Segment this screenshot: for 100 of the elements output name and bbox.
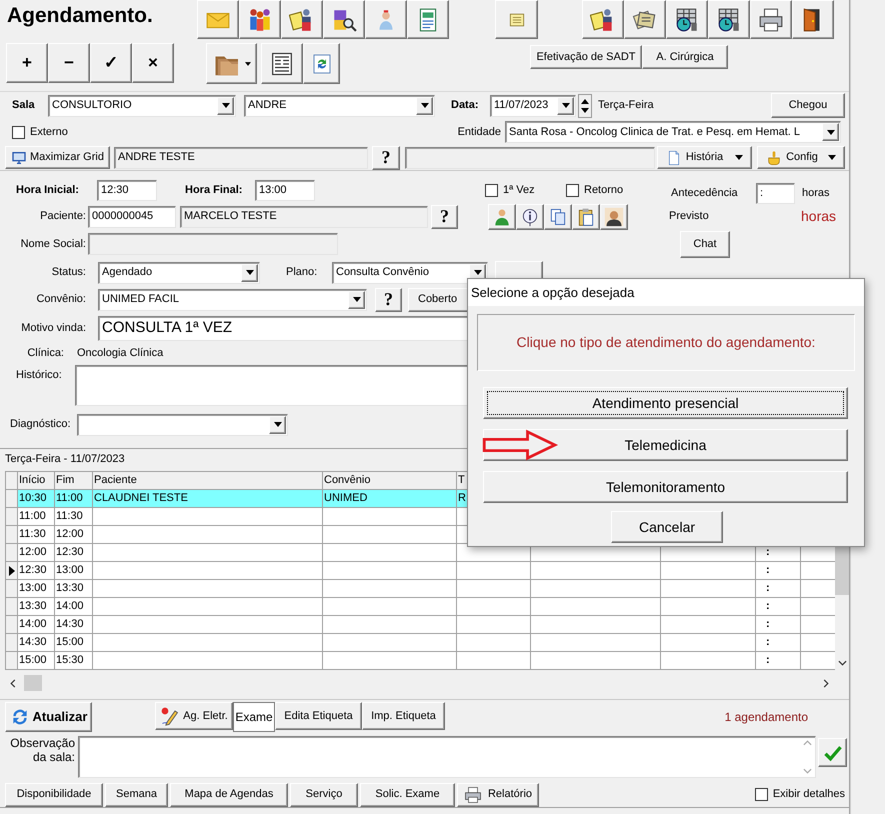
owner-field: ANDRE TESTE: [114, 146, 368, 168]
checkbox-label: Externo: [30, 124, 68, 140]
field-label: Histórico:: [16, 368, 63, 383]
field-label: Status:: [50, 265, 86, 280]
save-note-button[interactable]: [818, 738, 847, 767]
option-button[interactable]: Telemedicina: [483, 429, 848, 461]
end-time-field[interactable]: 13:00: [255, 180, 315, 200]
weekday-text: Terça-Feira: [598, 98, 654, 114]
history-button[interactable]: História: [657, 146, 752, 169]
scroll-thumb[interactable]: [24, 675, 42, 691]
spin-button[interactable]: [578, 94, 592, 118]
option-button[interactable]: Telemonitoramento: [483, 471, 848, 503]
calendar-clock-icon: [674, 6, 700, 32]
diagnosis-combo[interactable]: [77, 414, 288, 436]
entity-combo[interactable]: Santa Rosa - Oncolog Clinica de Trat. e Pesq. em Hemat. L: [505, 121, 841, 143]
patient-name-field: MARCELO TESTE: [180, 206, 428, 228]
footer-button[interactable]: Mapa de Agendas: [170, 782, 288, 806]
dropdown-button[interactable]: [416, 96, 433, 114]
dropdown-button[interactable]: [217, 96, 234, 114]
schedule-caption: Terça-Feira - 11/07/2023: [5, 452, 125, 467]
toolbar-button[interactable]: Ag. Eletr.: [155, 702, 233, 730]
table-cell: :: [756, 652, 801, 670]
dropdown-button[interactable]: [557, 96, 574, 114]
field-label: Data:: [451, 98, 480, 114]
footer-button[interactable]: Semana: [105, 782, 168, 806]
table-row[interactable]: 13:00 13:30 :: [6, 580, 835, 598]
footer-button[interactable]: Disponibilidade: [5, 782, 103, 806]
surgery-button[interactable]: A. Cirúrgica: [642, 45, 728, 69]
note-field[interactable]: [78, 736, 816, 778]
checkbox[interactable]: [12, 126, 25, 138]
table-row[interactable]: 15:00 15:30 :: [6, 652, 835, 670]
cancel-button[interactable]: ×: [132, 43, 174, 83]
patient-code-field[interactable]: 0000000045: [88, 206, 176, 228]
dropdown-button[interactable]: [822, 123, 839, 141]
field-label: Plano:: [286, 265, 318, 280]
table-cell: 15:00: [18, 652, 55, 670]
table-row[interactable]: 14:30 15:00 :: [6, 634, 835, 652]
help-button[interactable]: ?: [431, 204, 458, 228]
table-row[interactable]: 13:30 14:00 :: [6, 598, 835, 616]
dropdown-button[interactable]: [348, 290, 365, 308]
footer-button[interactable]: Serviço: [290, 782, 358, 806]
start-time-field[interactable]: 12:30: [97, 180, 157, 200]
toolbar-button[interactable]: [708, 0, 750, 39]
room-combo[interactable]: CONSULTORIO: [48, 94, 236, 116]
arrived-button[interactable]: Chegou: [771, 93, 845, 118]
caret-icon: [352, 297, 360, 302]
table-row[interactable]: 12:00 12:30 :: [6, 544, 835, 562]
patient-tool-button[interactable]: [516, 204, 544, 230]
chevron-down-icon: [838, 660, 846, 666]
chat-button[interactable]: Chat: [680, 230, 730, 258]
info-icon: [520, 206, 540, 226]
patient-tool-button[interactable]: [600, 204, 628, 230]
toolbar-button[interactable]: Exame: [233, 702, 275, 732]
option-button[interactable]: Atendimento presencial: [483, 387, 848, 419]
config-button[interactable]: Config: [757, 146, 845, 169]
table-row[interactable]: 12:30 13:00 :: [6, 562, 835, 580]
checkbox[interactable]: [754, 788, 768, 801]
toolbar-button[interactable]: Imp. Etiqueta: [362, 702, 445, 730]
field-label: Hora Final:: [185, 182, 244, 198]
prompt-text: Clique no tipo de atendimento do agendamento:: [516, 333, 816, 352]
patient-tool-button[interactable]: [488, 204, 516, 230]
toolbar-button[interactable]: [792, 0, 834, 39]
count-text: 1 agendamento: [724, 709, 808, 726]
toolbar-button[interactable]: [624, 0, 666, 39]
toolbar-button[interactable]: [261, 43, 303, 84]
maximize-button[interactable]: Maximizar Grid: [5, 146, 110, 169]
plan-combo[interactable]: Consulta Convênio: [332, 262, 488, 284]
checkbox-label: Exibir detalhes: [772, 787, 845, 802]
confirm-button[interactable]: ✓: [90, 43, 132, 83]
sadt-button[interactable]: Efetivação de SADT: [530, 45, 642, 69]
patient-tool-button[interactable]: [544, 204, 572, 230]
dropdown-button[interactable]: [269, 416, 286, 434]
toolbar-button[interactable]: [666, 0, 708, 39]
checkbox[interactable]: [485, 184, 498, 196]
cancel-button[interactable]: Cancelar: [611, 511, 723, 543]
chevron-left-icon: [10, 678, 16, 688]
professional-combo[interactable]: ANDRE: [244, 94, 435, 116]
footer-button[interactable]: Solic. Exame: [360, 782, 455, 806]
toolbar-button[interactable]: [750, 0, 792, 39]
field-label: Clínica:: [26, 346, 64, 361]
status-combo[interactable]: Agendado: [98, 262, 260, 284]
help-button[interactable]: ?: [372, 146, 400, 170]
toolbar-button[interactable]: [281, 0, 323, 39]
toolbar-button[interactable]: Edita Etiqueta: [275, 702, 362, 730]
refresh-button[interactable]: Atualizar: [5, 702, 92, 732]
date-field[interactable]: 11/07/2023: [490, 94, 576, 116]
advance-field[interactable]: :: [756, 182, 795, 204]
toolbar-button[interactable]: [323, 0, 365, 39]
row-pointer-icon: [8, 566, 14, 576]
add-button[interactable]: +: [6, 43, 48, 83]
insurance-combo[interactable]: UNIMED FACIL: [98, 288, 367, 310]
help-button[interactable]: ?: [375, 288, 402, 312]
checkbox[interactable]: [566, 184, 579, 196]
dropdown-button[interactable]: [241, 264, 258, 282]
patient-tool-button[interactable]: [572, 204, 600, 230]
toolbar-button[interactable]: [582, 0, 624, 39]
field-label: Previsto: [669, 209, 710, 224]
remove-button[interactable]: −: [48, 43, 90, 83]
table-row[interactable]: 14:00 14:30 :: [6, 616, 835, 634]
footer-button[interactable]: Relatório: [457, 782, 539, 806]
